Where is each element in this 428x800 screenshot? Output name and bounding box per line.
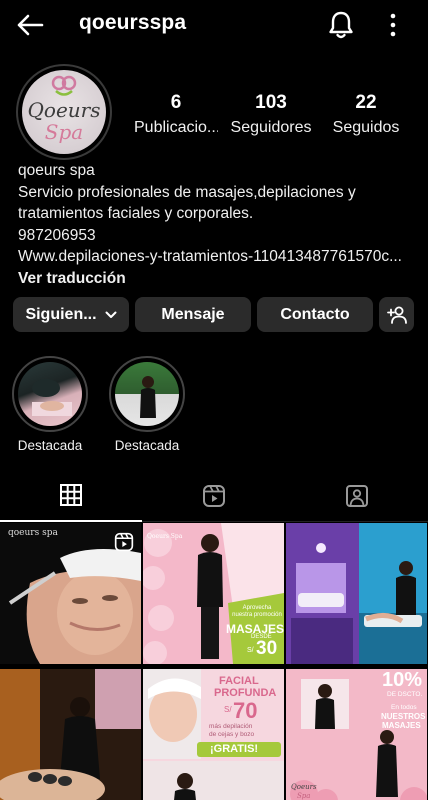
bell-icon[interactable] [327,10,355,40]
posts-count: 6 [170,92,182,113]
promo-line-1: En todos [391,704,417,711]
add-person-icon [386,306,407,324]
post-image [286,523,427,664]
profile-display-name: qoeurs spa [18,162,95,179]
logo-text-spa: Spa [44,120,84,144]
contact-button[interactable]: Contacto [257,297,373,332]
promo-desc-2: de cejas y bozo [209,731,255,738]
add-user-button[interactable] [379,297,414,332]
lotus-logo-icon [51,75,77,96]
discount-label: DE DSCTO. [387,691,423,698]
brand-logo-text: Spa [297,792,311,800]
tab-posts-grid[interactable] [0,470,142,522]
grid-icon [60,484,82,506]
promo-small-text: Aprovecha nuestra promoción [232,605,282,618]
bio-link[interactable]: Www.depilaciones-y-tratamientos-11041348… [18,246,413,268]
highlight-ring [109,356,185,432]
profile-username: qoeursspa [79,11,187,34]
profile-avatar-ring[interactable]: Qoeurs Spa [16,64,112,160]
bio-line-1: Servicio profesionales de masajes,depila… [18,183,356,201]
see-translation-link[interactable]: Ver traducción [18,268,413,290]
story-highlight[interactable]: Destacada [109,356,185,453]
discount-percent: 10% [382,669,423,691]
post-caption: qoeurs spa [8,528,58,538]
followers-count: 103 [255,92,287,113]
vertical-dots-icon[interactable] [384,12,402,38]
post-thumbnail[interactable]: qoeurs spa [0,523,141,664]
post-thumbnail[interactable]: FACIAL PROFUNDA S/ 70 más depilación de … [143,669,284,800]
post-thumbnail[interactable] [286,523,427,664]
posts-label: Publicacio... [134,119,218,136]
top-bar: qoeursspa [0,0,428,52]
reels-icon [114,532,134,552]
posts-grid: qoeurs spa Qoeurs Spa Aprovecha nuestra … [0,523,428,800]
highlight-label: Destacada [17,438,83,453]
brand-badge: Qoeurs Spa [147,533,183,540]
chevron-down-icon [105,311,117,318]
promo-desc-1: más depilación [209,723,253,730]
avatar: Qoeurs Spa [22,70,106,154]
price-currency: S/ [224,705,232,714]
post-thumbnail[interactable]: Qoeurs Spa Aprovecha nuestra promoción M… [143,523,284,664]
logo-text-qoeurs: Qoeurs [27,98,101,122]
stat-followers[interactable]: 103 Seguidores [228,92,314,137]
promo-line-3: MASAJES [382,721,421,730]
highlight-thumbnail [18,362,82,426]
following-label: Seguidos [332,119,400,136]
bio-line-2: tratamientos faciales y corporales. [18,205,254,222]
arrow-left-icon[interactable] [16,13,44,37]
price-currency: S/ [247,647,254,654]
stat-posts[interactable]: 6 Publicacio... [134,92,218,137]
promo-line-1: FACIAL [219,675,259,687]
tab-reels[interactable] [143,470,285,522]
promo-price: 70 [233,698,258,723]
reels-icon [203,485,225,507]
story-highlight[interactable]: Destacada [12,356,88,453]
highlight-ring [12,356,88,432]
highlight-thumbnail [115,362,179,426]
promo-price: 30 [256,638,278,659]
followers-label: Seguidores [230,119,312,136]
message-button-label: Mensaje [161,305,225,323]
profile-tabs [0,470,428,522]
promo-free: ¡GRATIS! [210,743,259,755]
bio-phone: 987206953 [18,226,96,244]
following-count: 22 [355,92,377,113]
stat-following[interactable]: 22 Seguidos [330,92,402,137]
contact-button-label: Contacto [280,305,350,323]
promo-line-2: NUESTROS [381,712,426,721]
highlight-label: Destacada [114,438,180,453]
post-image [0,669,141,800]
following-button-label: Siguien... [25,305,97,323]
following-button[interactable]: Siguien... [13,297,129,332]
profile-bio: qoeurs spa Servicio profesionales de mas… [18,160,413,289]
tab-tagged[interactable] [286,470,428,522]
message-button[interactable]: Mensaje [135,297,251,332]
post-thumbnail[interactable]: 10% DE DSCTO. En todos NUESTROS MASAJES … [286,669,427,800]
brand-logo-text: Qoeurs [291,783,317,791]
post-thumbnail[interactable] [0,669,141,800]
tagged-icon [346,485,368,507]
